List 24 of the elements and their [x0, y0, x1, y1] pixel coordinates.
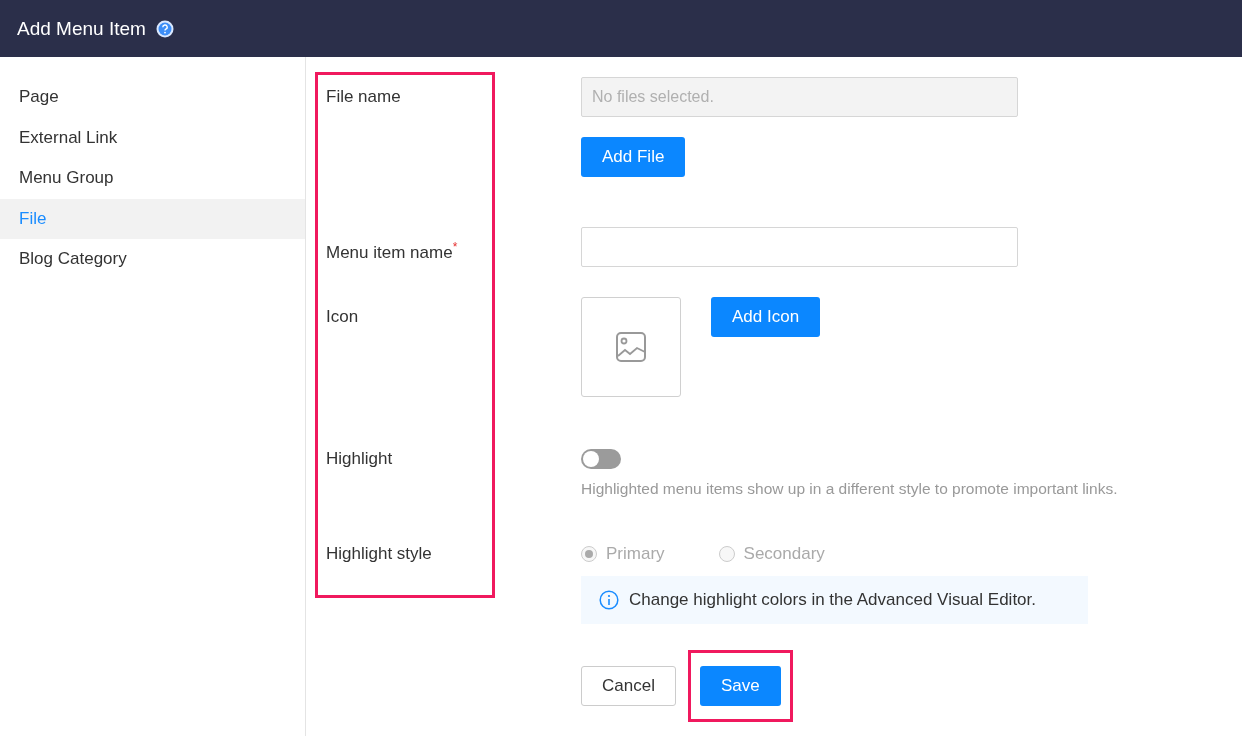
menu-item-name-field[interactable] — [581, 227, 1018, 267]
highlight-toggle[interactable] — [581, 449, 621, 469]
field-label: Menu item name$^{*}$ — [326, 239, 459, 264]
file-name-field[interactable]: No files selected. — [581, 77, 1018, 117]
sidebar-item[interactable]: Page — [0, 77, 305, 118]
cancel-button[interactable]: Cancel — [581, 666, 676, 706]
sidebar-item[interactable]: Blog Category — [0, 239, 305, 280]
help-icon[interactable] — [155, 19, 174, 38]
info-text: Change highlight colors in the Advanced Visual Editor. — [629, 590, 1036, 610]
save-button[interactable]: Save — [699, 666, 781, 706]
field-label: Highlight — [326, 449, 394, 470]
field-label: Icon — [326, 306, 360, 328]
page-title: Add Menu Item — [17, 17, 146, 40]
sidebar-item[interactable]: External Link — [0, 117, 305, 158]
image-icon — [616, 332, 646, 362]
icon-preview[interactable] — [581, 297, 681, 397]
field-label: File name — [326, 86, 402, 108]
sidebar-item[interactable]: File — [0, 198, 305, 239]
info-icon — [599, 590, 619, 610]
field-label: Highlight style — [326, 543, 433, 565]
help-text: Highlighted menu items show up in a different style to promote important links. — [581, 480, 1118, 498]
sidebar-item[interactable]: Menu Group — [0, 158, 305, 199]
add-file-button[interactable]: Add File — [581, 137, 686, 177]
add-icon-button[interactable]: Add Icon — [711, 297, 821, 337]
